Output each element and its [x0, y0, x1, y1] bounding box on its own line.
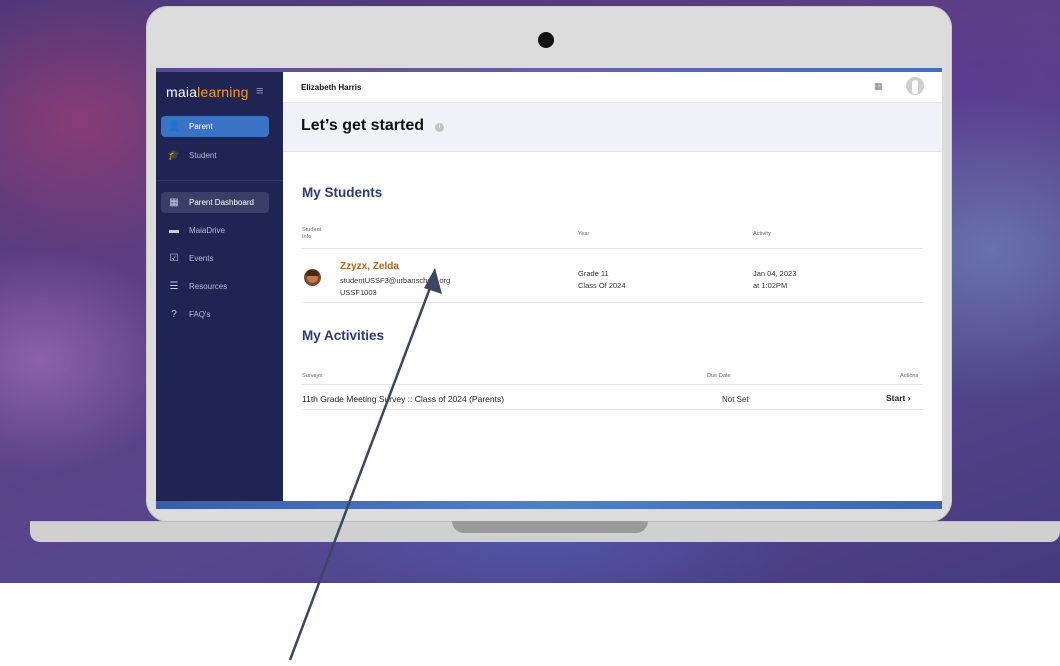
table-divider [302, 302, 923, 303]
my-students-title: My Students [302, 185, 383, 200]
calendar-icon[interactable]: ▦ [874, 81, 883, 92]
student-activity-date: Jan 04, 2023 [753, 269, 797, 278]
person-icon: 👤 [167, 121, 181, 132]
column-activity: Activity [753, 231, 771, 237]
student-grade: Grade 11 [578, 269, 609, 278]
sidebar-item-resources[interactable]: ☰ Resources [161, 276, 269, 297]
question-icon: ? [171, 309, 177, 320]
column-actions: Actions [900, 373, 919, 379]
logo-main: maia [166, 84, 198, 100]
student-avatar [304, 269, 321, 286]
sidebar-item-maiadrive[interactable]: ▬ MaiaDrive [161, 220, 269, 241]
user-avatar-icon[interactable] [906, 77, 924, 95]
student-class-of: Class Of 2024 [578, 281, 626, 290]
table-divider [302, 409, 923, 410]
graduation-cap-icon: 🎓 [167, 150, 181, 161]
app-logo[interactable]: maialearning [166, 84, 249, 100]
top-bar: Elizabeth Harris ▦ [283, 72, 942, 103]
sidebar-item-faqs[interactable]: ? FAQ's [161, 304, 269, 325]
survey-title: 11th Grade Meeting Survey :: Class of 20… [302, 394, 505, 404]
role-parent[interactable]: 👤 Parent [161, 116, 269, 137]
student-id: USSF1003 [340, 288, 377, 297]
sidebar-item-parent-dashboard[interactable]: ▦ Parent Dashboard [161, 192, 269, 213]
role-student[interactable]: 🎓 Student [161, 145, 269, 166]
table-divider [302, 384, 923, 385]
chevron-right-icon: › [907, 393, 911, 403]
role-student-label: Student [189, 151, 217, 160]
survey-due-date: Not Set [722, 395, 749, 404]
list-icon: ☰ [169, 281, 179, 292]
camera-dot [538, 32, 554, 48]
grid-icon: ▦ [169, 197, 179, 208]
sidebar: maialearning ≡ 👤 Parent 🎓 Student ▦ Pare… [156, 72, 283, 501]
role-parent-label: Parent [189, 122, 213, 131]
my-activities-title: My Activities [302, 328, 385, 343]
table-divider [302, 248, 923, 249]
user-name: Elizabeth Harris [301, 83, 362, 92]
sidebar-item-label: MaiaDrive [189, 226, 226, 235]
sidebar-item-label: Parent Dashboard [189, 198, 254, 207]
student-name-link[interactable]: Zzyzx, Zelda [340, 261, 399, 272]
page-title: Let’s get started [301, 117, 424, 134]
column-surveys: Surveys [302, 373, 323, 379]
hero-banner: Let’s get started i [283, 103, 942, 152]
column-due-date: Due Date [707, 373, 731, 379]
start-label: Start [886, 393, 906, 403]
start-survey-button[interactable]: Start › [886, 393, 911, 403]
info-icon[interactable]: i [435, 123, 444, 132]
column-student-info-line1: Student [302, 227, 322, 233]
column-student-info: Student Info [302, 227, 321, 241]
student-email: studentUSSF3@urbanschool.org [340, 276, 451, 285]
main-content: Elizabeth Harris ▦ Let’s get started i M… [283, 72, 942, 501]
logo-accent: learning [197, 84, 249, 100]
student-activity-time: at 1:02PM [753, 281, 788, 290]
column-year: Year [578, 231, 590, 237]
sidebar-item-label: FAQ's [189, 310, 211, 319]
laptop-notch [452, 521, 648, 533]
calendar-check-icon: ☑ [169, 253, 179, 264]
hamburger-icon[interactable]: ≡ [256, 83, 264, 98]
sidebar-item-label: Resources [189, 282, 228, 291]
sidebar-item-label: Events [189, 254, 214, 263]
drive-icon: ▬ [169, 225, 179, 236]
sidebar-divider [156, 180, 283, 181]
sidebar-item-events[interactable]: ☑ Events [161, 248, 269, 269]
column-student-info-line2: Info [302, 234, 312, 240]
app-screen: maialearning ≡ 👤 Parent 🎓 Student ▦ Pare… [156, 68, 942, 509]
screen-bottom-accent [156, 501, 942, 509]
